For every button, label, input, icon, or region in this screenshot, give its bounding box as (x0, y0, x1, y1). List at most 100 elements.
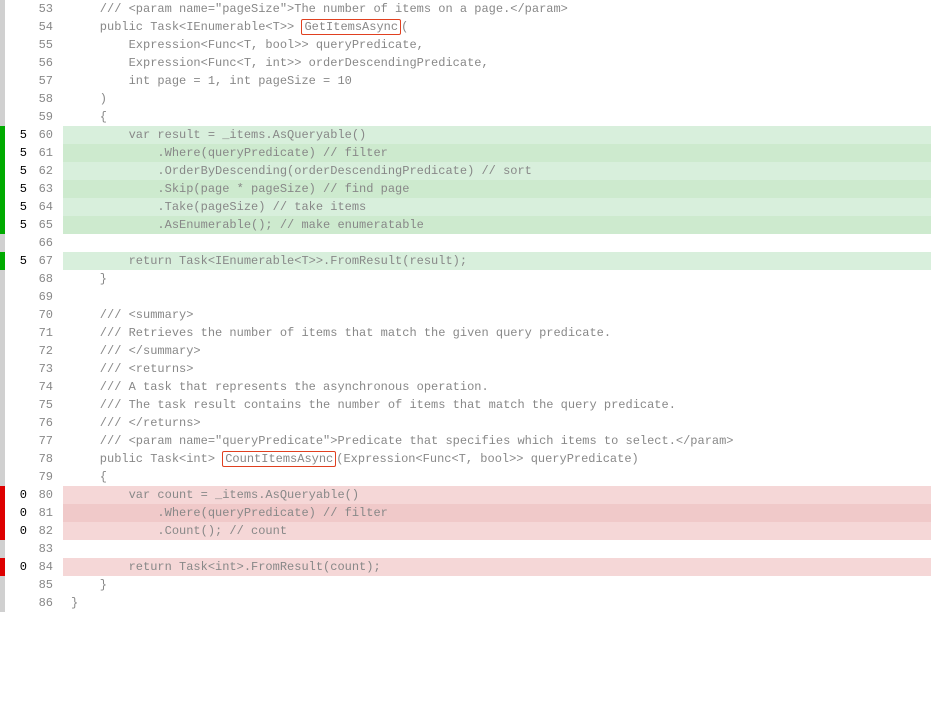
line-number: 60 (33, 126, 63, 144)
method-getitemsasync: GetItemsAsync (301, 19, 401, 35)
hit-count (11, 360, 33, 378)
code-line: 59 { (0, 108, 931, 126)
code-content: .Count(); // count (63, 522, 931, 540)
line-number: 69 (33, 288, 63, 306)
line-number: 85 (33, 576, 63, 594)
code-content: /// <param name="queryPredicate">Predica… (63, 432, 931, 450)
code-line: 53 /// <param name="pageSize">The number… (0, 0, 931, 18)
hit-count: 5 (11, 162, 33, 180)
code-content: /// Retrieves the number of items that m… (63, 324, 931, 342)
code-content (63, 540, 931, 558)
code-content: public Task<IEnumerable<T>> GetItemsAsyn… (63, 18, 931, 36)
code-line: 85 } (0, 576, 931, 594)
line-number: 83 (33, 540, 63, 558)
code-line: 83 (0, 540, 931, 558)
hit-count: 5 (11, 198, 33, 216)
line-number: 78 (33, 450, 63, 468)
hit-count (11, 36, 33, 54)
code-content: .OrderByDescending(orderDescendingPredic… (63, 162, 931, 180)
line-number: 56 (33, 54, 63, 72)
code-content: /// The task result contains the number … (63, 396, 931, 414)
hit-count (11, 72, 33, 90)
hit-count (11, 324, 33, 342)
code-line: 56 Expression<Func<T, int>> orderDescend… (0, 54, 931, 72)
code-line: 77 /// <param name="queryPredicate">Pred… (0, 432, 931, 450)
code-line: 57 int page = 1, int pageSize = 10 (0, 72, 931, 90)
hit-count: 5 (11, 180, 33, 198)
code-line: 71 /// Retrieves the number of items tha… (0, 324, 931, 342)
code-content: var result = _items.AsQueryable() (63, 126, 931, 144)
code-content: /// <returns> (63, 360, 931, 378)
code-line: 54 public Task<IEnumerable<T>> GetItemsA… (0, 18, 931, 36)
hit-count (11, 540, 33, 558)
line-number: 67 (33, 252, 63, 270)
code-line: 72 /// </summary> (0, 342, 931, 360)
code-content: Expression<Func<T, bool>> queryPredicate… (63, 36, 931, 54)
code-content: { (63, 468, 931, 486)
code-content: Expression<Func<T, int>> orderDescending… (63, 54, 931, 72)
line-number: 68 (33, 270, 63, 288)
code-line: 66 (0, 234, 931, 252)
line-number: 62 (33, 162, 63, 180)
hit-count (11, 234, 33, 252)
code-line: 567 return Task<IEnumerable<T>>.FromResu… (0, 252, 931, 270)
code-line: 73 /// <returns> (0, 360, 931, 378)
code-content: return Task<int>.FromResult(count); (63, 558, 931, 576)
hit-count (11, 306, 33, 324)
hit-count: 0 (11, 522, 33, 540)
line-number: 84 (33, 558, 63, 576)
code-line: 76 /// </returns> (0, 414, 931, 432)
line-number: 70 (33, 306, 63, 324)
code-content: /// </summary> (63, 342, 931, 360)
hit-count: 5 (11, 252, 33, 270)
code-content: .AsEnumerable(); // make enumeratable (63, 216, 931, 234)
line-number: 63 (33, 180, 63, 198)
code-line: 68 } (0, 270, 931, 288)
hit-count (11, 468, 33, 486)
code-line: 081 .Where(queryPredicate) // filter (0, 504, 931, 522)
line-number: 61 (33, 144, 63, 162)
code-line: 74 /// A task that represents the asynch… (0, 378, 931, 396)
hit-count: 5 (11, 144, 33, 162)
code-line: 080 var count = _items.AsQueryable() (0, 486, 931, 504)
line-number: 65 (33, 216, 63, 234)
line-number: 72 (33, 342, 63, 360)
line-number: 54 (33, 18, 63, 36)
code-line: 75 /// The task result contains the numb… (0, 396, 931, 414)
line-number: 81 (33, 504, 63, 522)
hit-count: 5 (11, 126, 33, 144)
hit-count (11, 432, 33, 450)
line-number: 53 (33, 0, 63, 18)
code-content: /// </returns> (63, 414, 931, 432)
line-number: 79 (33, 468, 63, 486)
line-number: 58 (33, 90, 63, 108)
hit-count (11, 0, 33, 18)
code-line: 084 return Task<int>.FromResult(count); (0, 558, 931, 576)
line-number: 76 (33, 414, 63, 432)
line-number: 55 (33, 36, 63, 54)
code-line: 563 .Skip(page * pageSize) // find page (0, 180, 931, 198)
hit-count (11, 396, 33, 414)
line-number: 64 (33, 198, 63, 216)
code-content: } (63, 270, 931, 288)
line-number: 82 (33, 522, 63, 540)
code-content: } (63, 576, 931, 594)
line-number: 77 (33, 432, 63, 450)
line-number: 80 (33, 486, 63, 504)
code-content: return Task<IEnumerable<T>>.FromResult(r… (63, 252, 931, 270)
line-number: 59 (33, 108, 63, 126)
line-number: 57 (33, 72, 63, 90)
code-line: 561 .Where(queryPredicate) // filter (0, 144, 931, 162)
code-content: public Task<int> CountItemsAsync(Express… (63, 450, 931, 468)
code-line: 562 .OrderByDescending(orderDescendingPr… (0, 162, 931, 180)
hit-count (11, 576, 33, 594)
line-number: 75 (33, 396, 63, 414)
hit-count: 5 (11, 216, 33, 234)
code-content: .Take(pageSize) // take items (63, 198, 931, 216)
hit-count (11, 594, 33, 612)
hit-count: 0 (11, 558, 33, 576)
code-line: 55 Expression<Func<T, bool>> queryPredic… (0, 36, 931, 54)
hit-count (11, 108, 33, 126)
line-number: 86 (33, 594, 63, 612)
line-number: 74 (33, 378, 63, 396)
